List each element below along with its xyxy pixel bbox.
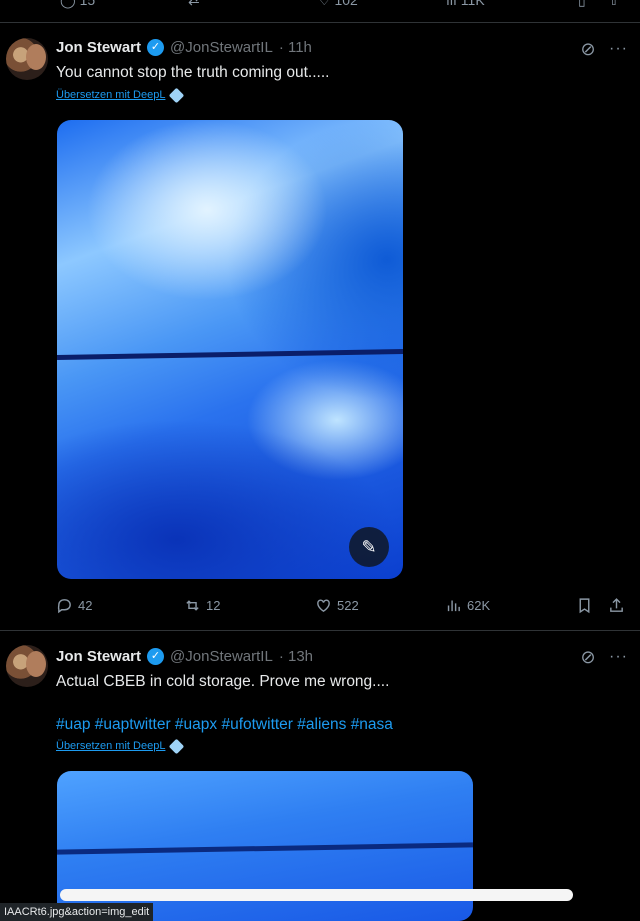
retweet-icon [186,600,199,611]
tweet-text: Actual CBEB in cold storage. Prove me wr… [56,673,390,690]
translate-label: Übersetzen mit DeepL [56,740,166,752]
grok-icon[interactable]: ⊘ [578,39,598,59]
tweet-header: Jon Stewart ✓ @JonStewartIL · 13h [56,648,313,665]
translate-label: Übersetzen mit DeepL [56,89,166,101]
divider [0,630,640,631]
media-cable [57,348,403,361]
verified-icon: ✓ [147,39,165,56]
tweet-media[interactable]: ✎ [57,120,403,579]
translate-link[interactable]: Übersetzen mit DeepL [56,87,185,103]
reply-count: 15 [79,0,96,8]
reply-icon [57,599,71,614]
bookmark-icon[interactable]: ▯ [578,0,586,9]
reply-count: 42 [78,598,93,613]
more-icon[interactable]: ··· [609,648,628,666]
author-name[interactable]: Jon Stewart [56,648,141,665]
avatar[interactable] [6,645,48,687]
deepl-icon [169,87,185,103]
retweet-icon[interactable]: ⇄ [188,0,200,9]
like-button[interactable]: 522 [315,597,359,614]
deepl-icon [169,738,185,754]
like-icon[interactable]: ♡ 102 [318,0,358,9]
views-count: 11K [460,0,485,8]
share-icon [610,598,623,612]
previous-tweet-actions: ◯ 15 ⇄ ♡ 102 ılı 11K ▯ ⇧ [0,0,640,22]
tweet-time[interactable]: · 13h [279,648,313,665]
reply-icon[interactable]: ◯ 15 [60,0,95,9]
retweet-count: 12 [206,598,221,613]
share-button[interactable] [608,597,625,614]
more-icon[interactable]: ··· [609,40,628,58]
tweet-time[interactable]: · 11h [279,39,312,56]
bookmark-button[interactable] [576,597,593,614]
verified-icon: ✓ [147,648,165,665]
horizontal-scrollbar[interactable] [60,889,573,901]
views-icon[interactable]: ılı 11K [446,0,485,8]
divider [0,22,640,23]
tweet-hashtags[interactable]: #uap #uaptwitter #uapx #ufotwitter #alie… [56,716,393,734]
like-icon [317,599,330,613]
tweet-actions: 42 12 522 62K [56,597,630,617]
views-count: 62K [467,598,491,613]
views-button[interactable]: 62K [445,597,490,614]
grok-icon[interactable]: ⊘ [578,647,598,667]
translate-link[interactable]: Übersetzen mit DeepL [56,738,185,754]
like-count: 102 [334,0,358,8]
edit-image-icon[interactable]: ✎ [349,527,389,567]
tweet-header: Jon Stewart ✓ @JonStewartIL · 11h [56,39,312,56]
reply-button[interactable]: 42 [56,597,92,614]
like-count: 522 [337,598,359,613]
tweet-text: You cannot stop the truth coming out....… [56,64,330,81]
author-name[interactable]: Jon Stewart [56,39,141,56]
share-icon[interactable]: ⇧ [608,0,620,9]
avatar[interactable] [6,38,48,80]
bookmark-icon [579,598,590,614]
author-handle[interactable]: @JonStewartIL [170,39,273,56]
views-icon [447,600,460,612]
author-handle[interactable]: @JonStewartIL [170,648,273,665]
status-bar-url: IAACRt6.jpg&action=img_edit [0,903,154,921]
media-cable [57,842,473,855]
retweet-button[interactable]: 12 [184,597,220,614]
